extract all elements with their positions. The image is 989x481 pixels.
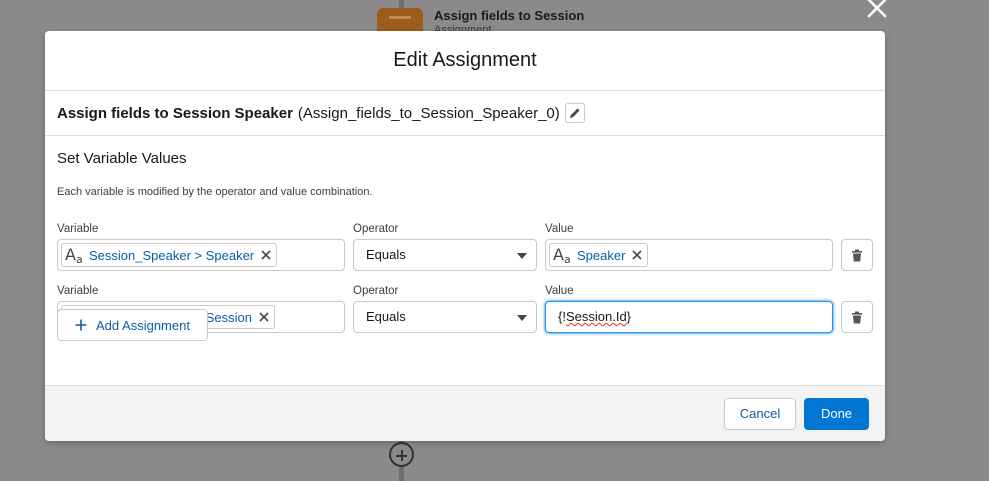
trash-icon	[852, 311, 862, 323]
value-pill-label: Speaker	[577, 247, 626, 263]
add-assignment-label: Add Assignment	[96, 317, 190, 333]
value-suffix: }	[626, 309, 632, 324]
variable-pill-label: Session_Speaker > Speaker	[89, 247, 255, 263]
modal-title: Edit Assignment	[45, 31, 885, 91]
add-element-icon[interactable]	[389, 442, 414, 467]
delete-row-button[interactable]	[841, 239, 873, 271]
text-resource-icon: A a	[553, 245, 571, 265]
chevron-down-icon	[517, 253, 527, 259]
operator-select[interactable]: Equals	[353, 239, 537, 271]
chevron-down-icon	[517, 315, 527, 321]
section-title: Set Variable Values	[57, 150, 187, 167]
element-api-name: (Assign_fields_to_Session_Speaker_0)	[297, 104, 560, 122]
node-title: Assign fields to Session	[434, 8, 585, 23]
svg-text:A: A	[65, 245, 76, 264]
edit-name-button[interactable]	[564, 103, 585, 123]
plus-icon	[75, 319, 87, 331]
cancel-button[interactable]: Cancel	[724, 398, 796, 430]
remove-icon[interactable]	[631, 249, 643, 261]
operator-value: Equals	[366, 309, 406, 324]
operator-label: Operator	[353, 223, 399, 235]
element-label: Assign fields to Session Speaker	[57, 104, 293, 122]
add-assignment-button[interactable]: Add Assignment	[57, 309, 208, 341]
value-label: Value	[545, 223, 574, 235]
value-pill[interactable]: A a Speaker	[549, 243, 649, 267]
svg-text:a: a	[564, 253, 571, 265]
done-button[interactable]: Done	[804, 398, 869, 430]
element-name-row: Assign fields to Session Speaker (Assign…	[45, 91, 885, 136]
svg-text:A: A	[553, 245, 564, 264]
variable-input[interactable]: A a Session_Speaker > Speaker	[57, 239, 345, 271]
trash-icon	[852, 249, 862, 261]
svg-text:a: a	[76, 253, 83, 265]
remove-icon[interactable]	[258, 311, 270, 323]
value-input[interactable]: A a Speaker	[545, 239, 833, 271]
operator-value: Equals	[366, 247, 406, 262]
pencil-icon	[569, 108, 580, 118]
help-text: Each variable is modified by the operato…	[57, 186, 373, 198]
value-text: Session.Id	[565, 309, 627, 324]
assignment-body: Set Variable Values Each variable is mod…	[45, 136, 885, 385]
delete-row-button[interactable]	[841, 301, 873, 333]
value-prefix: {!	[558, 309, 566, 324]
operator-select[interactable]: Equals	[353, 301, 537, 333]
text-resource-icon: A a	[65, 245, 83, 265]
variable-label: Variable	[57, 285, 99, 297]
close-icon[interactable]	[865, 0, 889, 18]
value-label: Value	[545, 285, 574, 297]
modal-footer: Cancel Done	[45, 385, 885, 441]
variable-label: Variable	[57, 223, 99, 235]
remove-icon[interactable]	[260, 249, 272, 261]
operator-label: Operator	[353, 285, 399, 297]
variable-pill[interactable]: A a Session_Speaker > Speaker	[61, 243, 278, 267]
edit-assignment-modal: Edit Assignment Assign fields to Session…	[45, 31, 885, 441]
value-text-input[interactable]: {!Session.Id}	[545, 301, 833, 333]
